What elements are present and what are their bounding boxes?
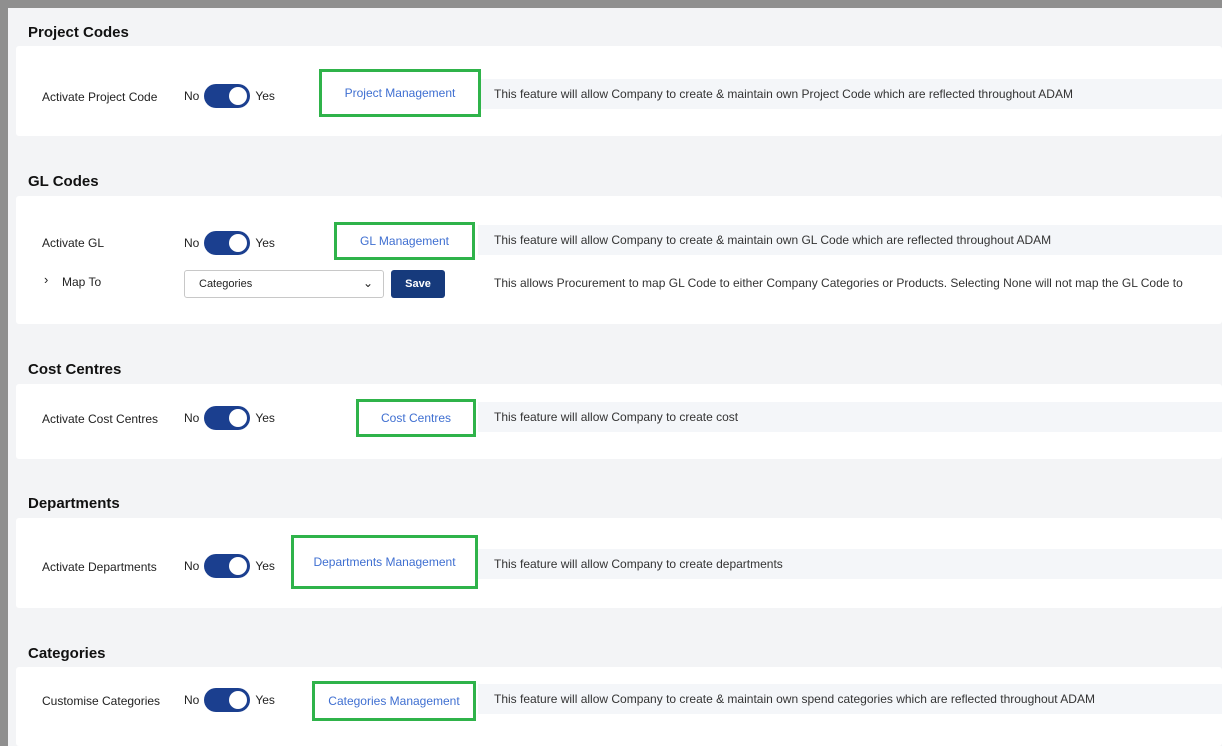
project-codes-card: Activate Project Code No Yes This featur… xyxy=(16,46,1222,136)
activate-project-code-label: Activate Project Code xyxy=(42,90,158,104)
departments-toggle-group: No Yes xyxy=(184,554,275,578)
departments-management-link[interactable]: Departments Management xyxy=(291,535,478,589)
map-to-label: Map To xyxy=(62,275,102,289)
cost-centres-toggle[interactable] xyxy=(204,406,251,430)
toggle-knob xyxy=(229,409,248,427)
toggle-yes-label: Yes xyxy=(255,559,275,573)
toggle-no-label: No xyxy=(184,693,200,707)
cost-centres-description: This feature will allow Company to creat… xyxy=(478,402,1222,432)
departments-toggle[interactable] xyxy=(204,554,251,578)
section-title-departments: Departments xyxy=(28,495,120,512)
map-to-select[interactable]: Categories ⌄ xyxy=(184,270,384,298)
gl-management-link[interactable]: GL Management xyxy=(334,222,475,260)
toggle-knob xyxy=(229,87,248,105)
categories-toggle-group: No Yes xyxy=(184,688,275,712)
categories-toggle[interactable] xyxy=(204,688,251,712)
departments-card: Activate Departments No Yes This feature… xyxy=(16,518,1222,608)
toggle-no-label: No xyxy=(184,411,200,425)
save-button[interactable]: Save xyxy=(391,270,445,298)
project-code-toggle[interactable] xyxy=(204,84,251,108)
categories-management-link[interactable]: Categories Management xyxy=(312,681,476,721)
categories-description: This feature will allow Company to creat… xyxy=(478,684,1222,714)
gl-toggle[interactable] xyxy=(204,231,251,255)
toggle-knob xyxy=(229,557,248,575)
chevron-down-icon: ⌄ xyxy=(362,276,373,290)
project-code-toggle-group: No Yes xyxy=(184,84,275,108)
section-title-gl-codes: GL Codes xyxy=(28,173,99,190)
cost-centres-toggle-group: No Yes xyxy=(184,406,275,430)
expand-chevron-icon[interactable]: › xyxy=(44,272,48,287)
map-to-selected-value: Categories xyxy=(199,278,253,290)
activate-departments-label: Activate Departments xyxy=(42,560,157,574)
cost-centres-link[interactable]: Cost Centres xyxy=(356,399,476,437)
section-title-project-codes: Project Codes xyxy=(28,24,129,41)
activate-cost-centres-label: Activate Cost Centres xyxy=(42,412,159,426)
toggle-yes-label: Yes xyxy=(255,236,275,250)
customise-categories-label: Customise Categories xyxy=(42,694,161,708)
project-code-description: This feature will allow Company to creat… xyxy=(478,79,1222,109)
toggle-yes-label: Yes xyxy=(255,411,275,425)
cost-centres-card: Activate Cost Centres No Yes This featur… xyxy=(16,384,1222,459)
toggle-no-label: No xyxy=(184,89,200,103)
gl-description: This feature will allow Company to creat… xyxy=(478,225,1222,255)
activate-gl-label: Activate GL xyxy=(42,236,105,250)
project-management-link[interactable]: Project Management xyxy=(319,69,481,117)
toggle-yes-label: Yes xyxy=(255,693,275,707)
toggle-knob xyxy=(229,691,248,709)
toggle-no-label: No xyxy=(184,559,200,573)
categories-card: Customise Categories No Yes This feature… xyxy=(16,667,1222,746)
gl-codes-card: Activate GL No Yes This feature will all… xyxy=(16,196,1222,324)
toggle-yes-label: Yes xyxy=(255,89,275,103)
section-title-categories: Categories xyxy=(28,645,106,662)
settings-page: Project Codes Activate Project Code No Y… xyxy=(8,8,1222,746)
map-to-description: This allows Procurement to map GL Code t… xyxy=(478,268,1222,298)
gl-toggle-group: No Yes xyxy=(184,231,275,255)
toggle-no-label: No xyxy=(184,236,200,250)
section-title-cost-centres: Cost Centres xyxy=(28,361,122,378)
toggle-knob xyxy=(229,234,248,252)
departments-description: This feature will allow Company to creat… xyxy=(478,549,1222,579)
